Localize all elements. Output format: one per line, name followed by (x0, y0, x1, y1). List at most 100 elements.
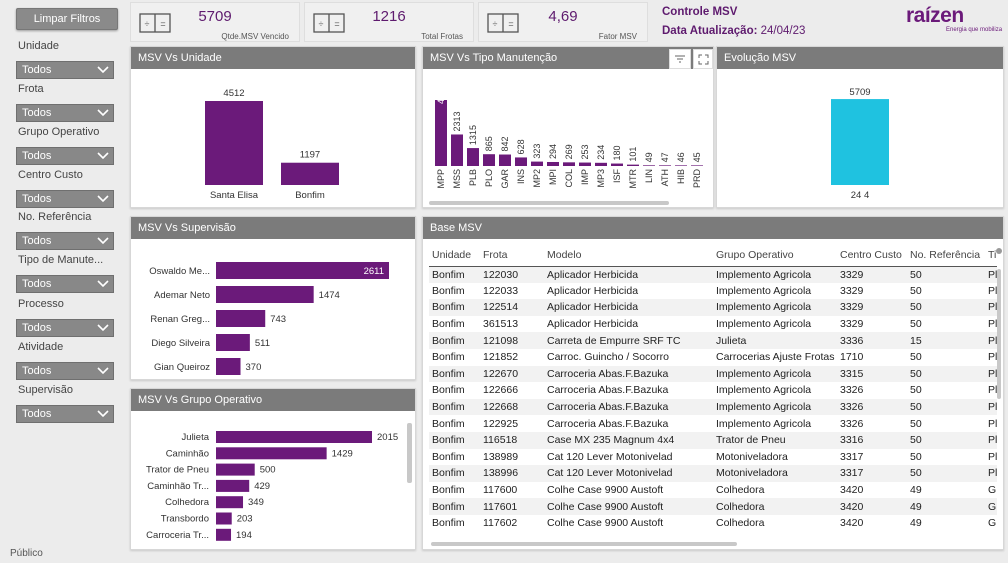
bar-grupo[interactable] (216, 528, 232, 541)
bar-santa-elisa[interactable] (205, 101, 263, 185)
column-header[interactable]: Frota (480, 244, 544, 266)
table-row[interactable]: Bonfim 116518 Case MX 235 Magnum 4x4 Trator… (429, 431, 997, 449)
bar-mp2[interactable] (531, 161, 543, 166)
data-label: 349 (248, 497, 264, 508)
category-label: PLB (468, 169, 478, 186)
bar-supervisor[interactable] (216, 358, 241, 375)
table-row[interactable]: Bonfim 122670 Carroceria Abas.F.Bazuka Impl… (429, 365, 997, 383)
bar-ath[interactable] (659, 165, 671, 166)
bar-grupo[interactable] (216, 447, 327, 460)
bar-mpp[interactable] (435, 100, 447, 166)
bar-col[interactable] (563, 162, 575, 166)
focus-mode-icon[interactable] (693, 49, 713, 69)
horizontal-scrollbar[interactable] (431, 542, 737, 546)
bar-bonfim[interactable] (281, 162, 339, 185)
column-header[interactable]: Grupo Operativo (713, 244, 837, 266)
table-cell: Bonfim (432, 284, 465, 297)
bar-grupo[interactable] (216, 431, 372, 443)
table-row[interactable]: Bonfim 361513 Aplicador Herbicida Implement… (429, 316, 997, 333)
bar-plb[interactable] (467, 148, 479, 166)
bar-isf[interactable] (611, 163, 623, 166)
table-cell: Carroceria Abas.F.Bazuka (544, 365, 713, 383)
category-label: IMP (580, 169, 590, 185)
chevron-down-icon (93, 320, 113, 336)
table-row[interactable]: Bonfim 121852 Carroc. Guincho / Socorro Car… (429, 349, 997, 366)
filter-value: Todos (22, 64, 52, 76)
table-row[interactable]: Bonfim 122666 Carroceria Abas.F.Bazuka Impl… (429, 382, 997, 399)
filter-dropdown[interactable]: Todos (16, 319, 114, 337)
column-header[interactable]: Centro Custo (837, 244, 907, 266)
bar-imp[interactable] (579, 162, 591, 166)
table-row[interactable]: Bonfim 122668 Carroceria Abas.F.Bazuka Impl… (429, 398, 997, 416)
filter-value: Todos (22, 365, 52, 377)
table-row[interactable]: Bonfim 117600 Colhe Case 9900 Austoft Colhe… (429, 482, 997, 499)
bar-supervisor[interactable] (216, 286, 314, 303)
column-header[interactable]: Ti (985, 244, 997, 266)
column-header[interactable]: Unidade (429, 244, 480, 266)
vertical-scrollbar[interactable] (407, 423, 412, 483)
filter-label: Tipo de Manute... (18, 254, 104, 266)
chevron-down-icon (93, 191, 113, 207)
table-row[interactable]: Bonfim 122925 Carroceria Abas.F.Bazuka Impl… (429, 415, 997, 432)
filter-dropdown[interactable]: Todos (16, 362, 114, 380)
data-label: 4512 (223, 88, 244, 99)
category-label: Bonfim (295, 190, 325, 201)
table-row[interactable]: Bonfim 117601 Colhe Case 9900 Austoft Colhe… (429, 498, 997, 515)
filter-dropdown[interactable]: Todos (16, 405, 114, 423)
bar-gar[interactable] (499, 154, 511, 166)
filter-dropdown[interactable]: Todos (16, 190, 114, 208)
bar-plo[interactable] (483, 154, 495, 166)
column-header[interactable]: No. Referência (907, 244, 985, 266)
bar-grupo[interactable] (216, 463, 255, 476)
bar-grupo[interactable] (216, 479, 250, 492)
table-cell: 3329 (837, 266, 907, 283)
filter-dropdown[interactable]: Todos (16, 275, 114, 293)
bar-supervisor[interactable] (216, 334, 250, 351)
data-label: 47 (660, 152, 670, 162)
bar-mpi[interactable] (547, 161, 559, 166)
filter-label: Processo (18, 298, 64, 310)
table-row[interactable]: Bonfim 122514 Aplicador Herbicida Implement… (429, 299, 997, 316)
bar-grupo[interactable] (216, 512, 232, 525)
bar-evolucao[interactable] (831, 99, 889, 185)
bar-prd[interactable] (691, 165, 703, 166)
filter-value: Todos (22, 408, 52, 420)
bar-grupo[interactable] (216, 496, 244, 509)
table-cell: 3420 (840, 517, 864, 530)
brand-tagline: Energia que mobiliza (946, 27, 1003, 33)
filter-dropdown[interactable]: Todos (16, 147, 114, 165)
table-cell: Pl (985, 266, 997, 283)
table-cell: 361513 (483, 318, 519, 331)
category-label: Gian Queiroz (154, 362, 210, 373)
bar-supervisor[interactable] (216, 310, 266, 327)
bar-mss[interactable] (451, 134, 463, 166)
filter-dropdown[interactable]: Todos (16, 232, 114, 250)
bar-ins[interactable] (515, 157, 527, 166)
bar-mtr[interactable] (627, 164, 639, 166)
filter-dropdown[interactable]: Todos (16, 61, 114, 79)
table-row[interactable]: Bonfim 122033 Aplicador Herbicida Implement… (429, 283, 997, 300)
clear-filters-button[interactable]: Limpar Filtros (16, 8, 118, 30)
column-header[interactable]: Modelo (544, 244, 713, 266)
table-cell: Bonfim (429, 398, 480, 416)
table-row[interactable]: Bonfim 121098 Carreta de Empurre SRF TC Jul… (429, 332, 997, 349)
table-row[interactable]: Bonfim 138996 Cat 120 Lever Motonivelad Mot… (429, 465, 997, 482)
table-cell: 50 (910, 384, 922, 397)
horizontal-scrollbar[interactable] (429, 201, 669, 205)
bar-mp3[interactable] (595, 162, 607, 166)
data-label: 180 (612, 146, 622, 161)
table-row[interactable]: Bonfim 138989 Cat 120 Lever Motonivelad Mot… (429, 449, 997, 466)
table-row[interactable]: Bonfim 122030 Aplicador Herbicida Implement… (429, 266, 997, 283)
raizen-logo: raízen Energia que mobiliza (906, 4, 1002, 38)
filter-icon[interactable] (669, 49, 691, 69)
vertical-scrollbar[interactable] (997, 269, 1001, 399)
bar-hib[interactable] (675, 165, 687, 166)
table-cell: 50 (910, 417, 922, 430)
table-cell: Colhe Case 9900 Austoft (547, 484, 664, 497)
filter-label: Unidade (18, 40, 59, 52)
table-row[interactable]: Bonfim 117602 Colhe Case 9900 Austoft Colhe… (429, 515, 997, 532)
bar-lin[interactable] (643, 165, 655, 166)
table-cell: Pl (988, 351, 997, 364)
filter-dropdown[interactable]: Todos (16, 104, 114, 122)
table-cell: Bonfim (429, 299, 480, 316)
